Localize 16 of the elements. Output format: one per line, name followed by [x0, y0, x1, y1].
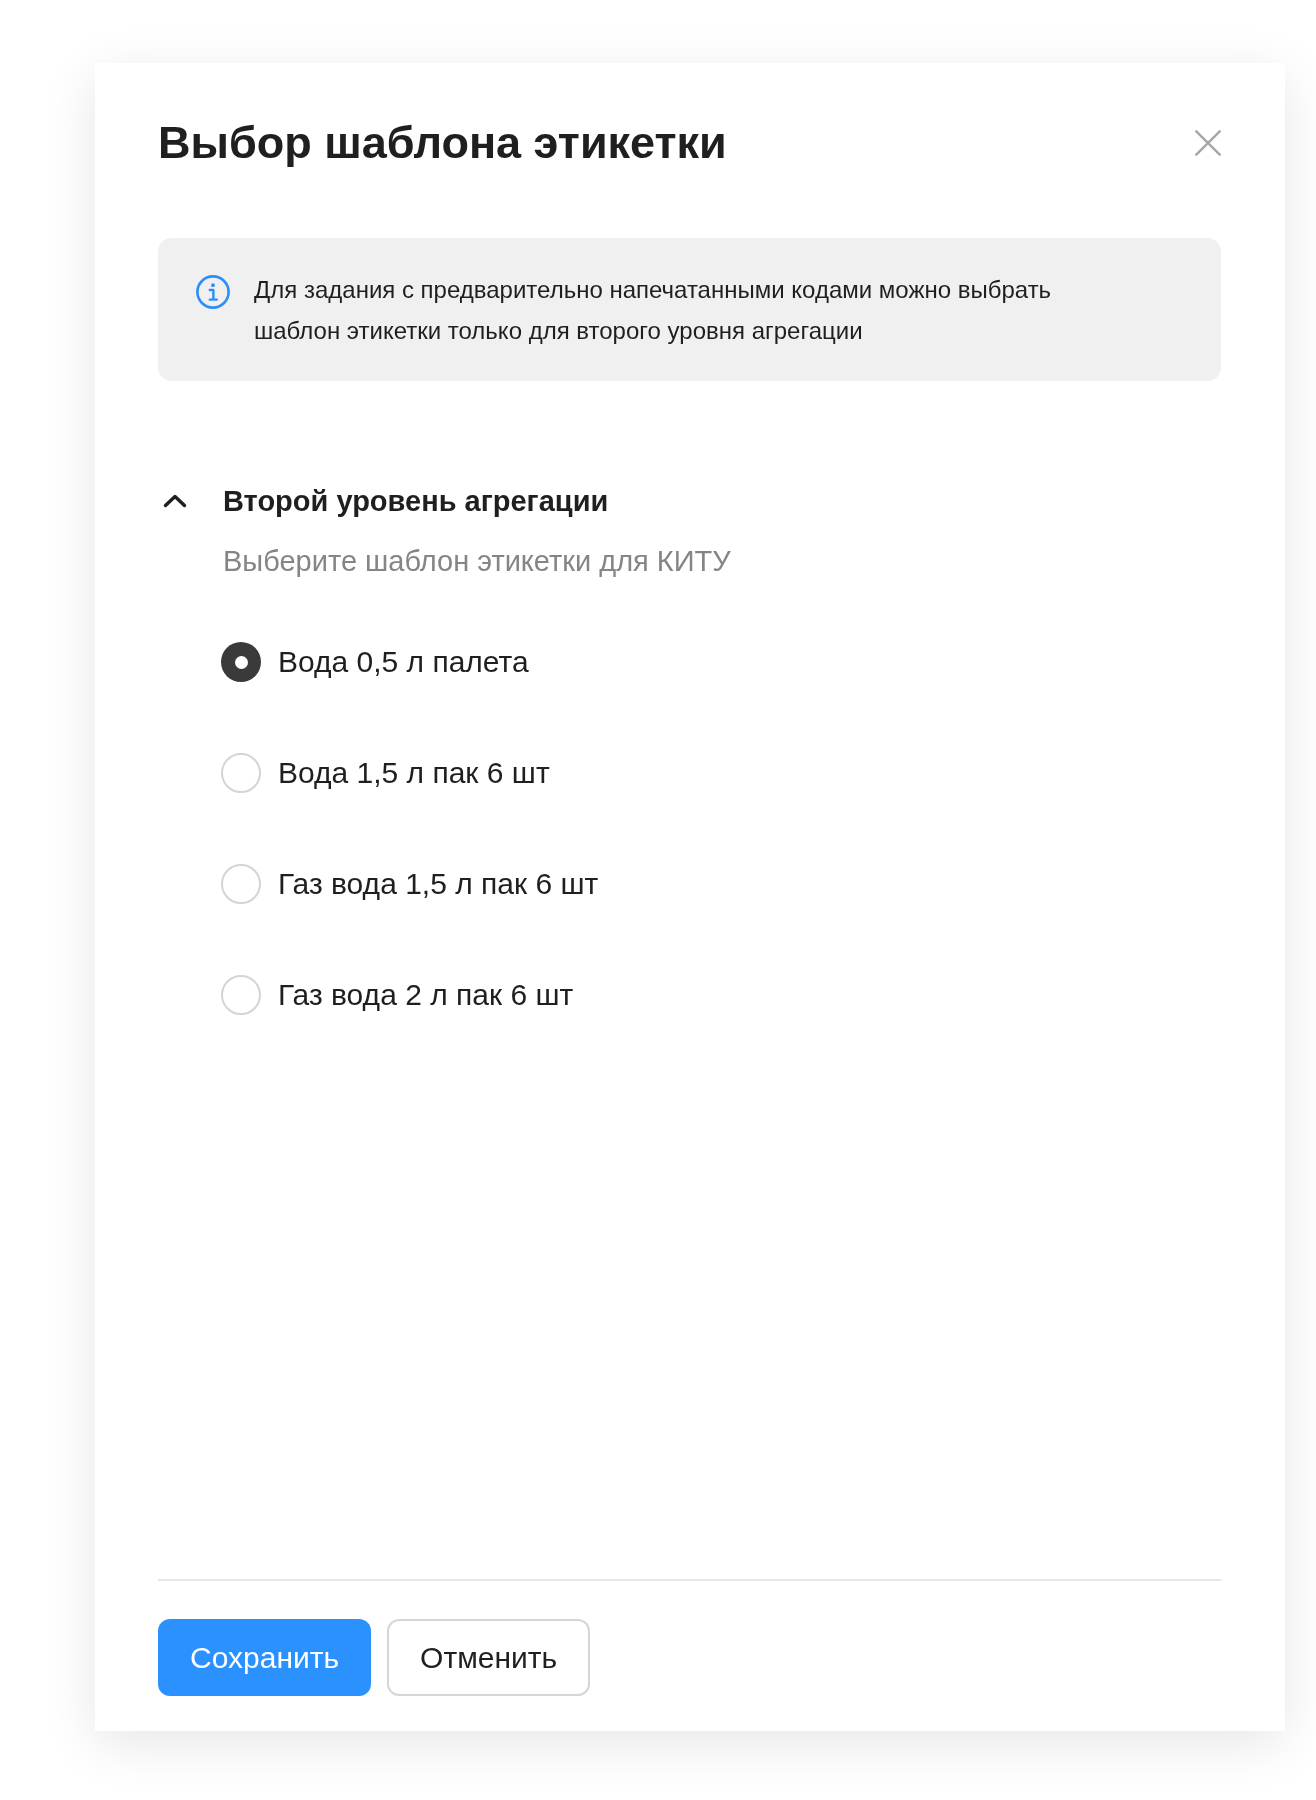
section-title: Второй уровень агрегации	[223, 484, 609, 519]
option-label[interactable]: Газ вода 1,5 л пак 6 шт	[278, 866, 599, 902]
dialog-title: Выбор шаблона этикетки	[158, 119, 727, 167]
option-label[interactable]: Вода 1,5 л пак 6 шт	[278, 755, 550, 791]
chevron-icon[interactable]	[163, 494, 187, 508]
info-icon	[196, 275, 230, 309]
cancel-button[interactable]: Отменить	[387, 1619, 591, 1696]
section-subtitle: Выберите шаблон этикетки для КИТУ	[223, 544, 731, 579]
option-label[interactable]: Газ вода 2 л пак 6 шт	[278, 977, 574, 1013]
option-label[interactable]: Вода 0,5 л палета	[278, 644, 529, 680]
radio-button[interactable]	[221, 642, 261, 682]
close-icon[interactable]	[1195, 130, 1221, 156]
radio-button[interactable]	[221, 753, 261, 793]
radio-button[interactable]	[221, 975, 261, 1015]
notice-text: Для задания с предварительно напечатанными кодами можно выбрать шаблон этикетки только для второго уровня агрегации	[254, 275, 1053, 346]
radio-button[interactable]	[221, 864, 261, 904]
